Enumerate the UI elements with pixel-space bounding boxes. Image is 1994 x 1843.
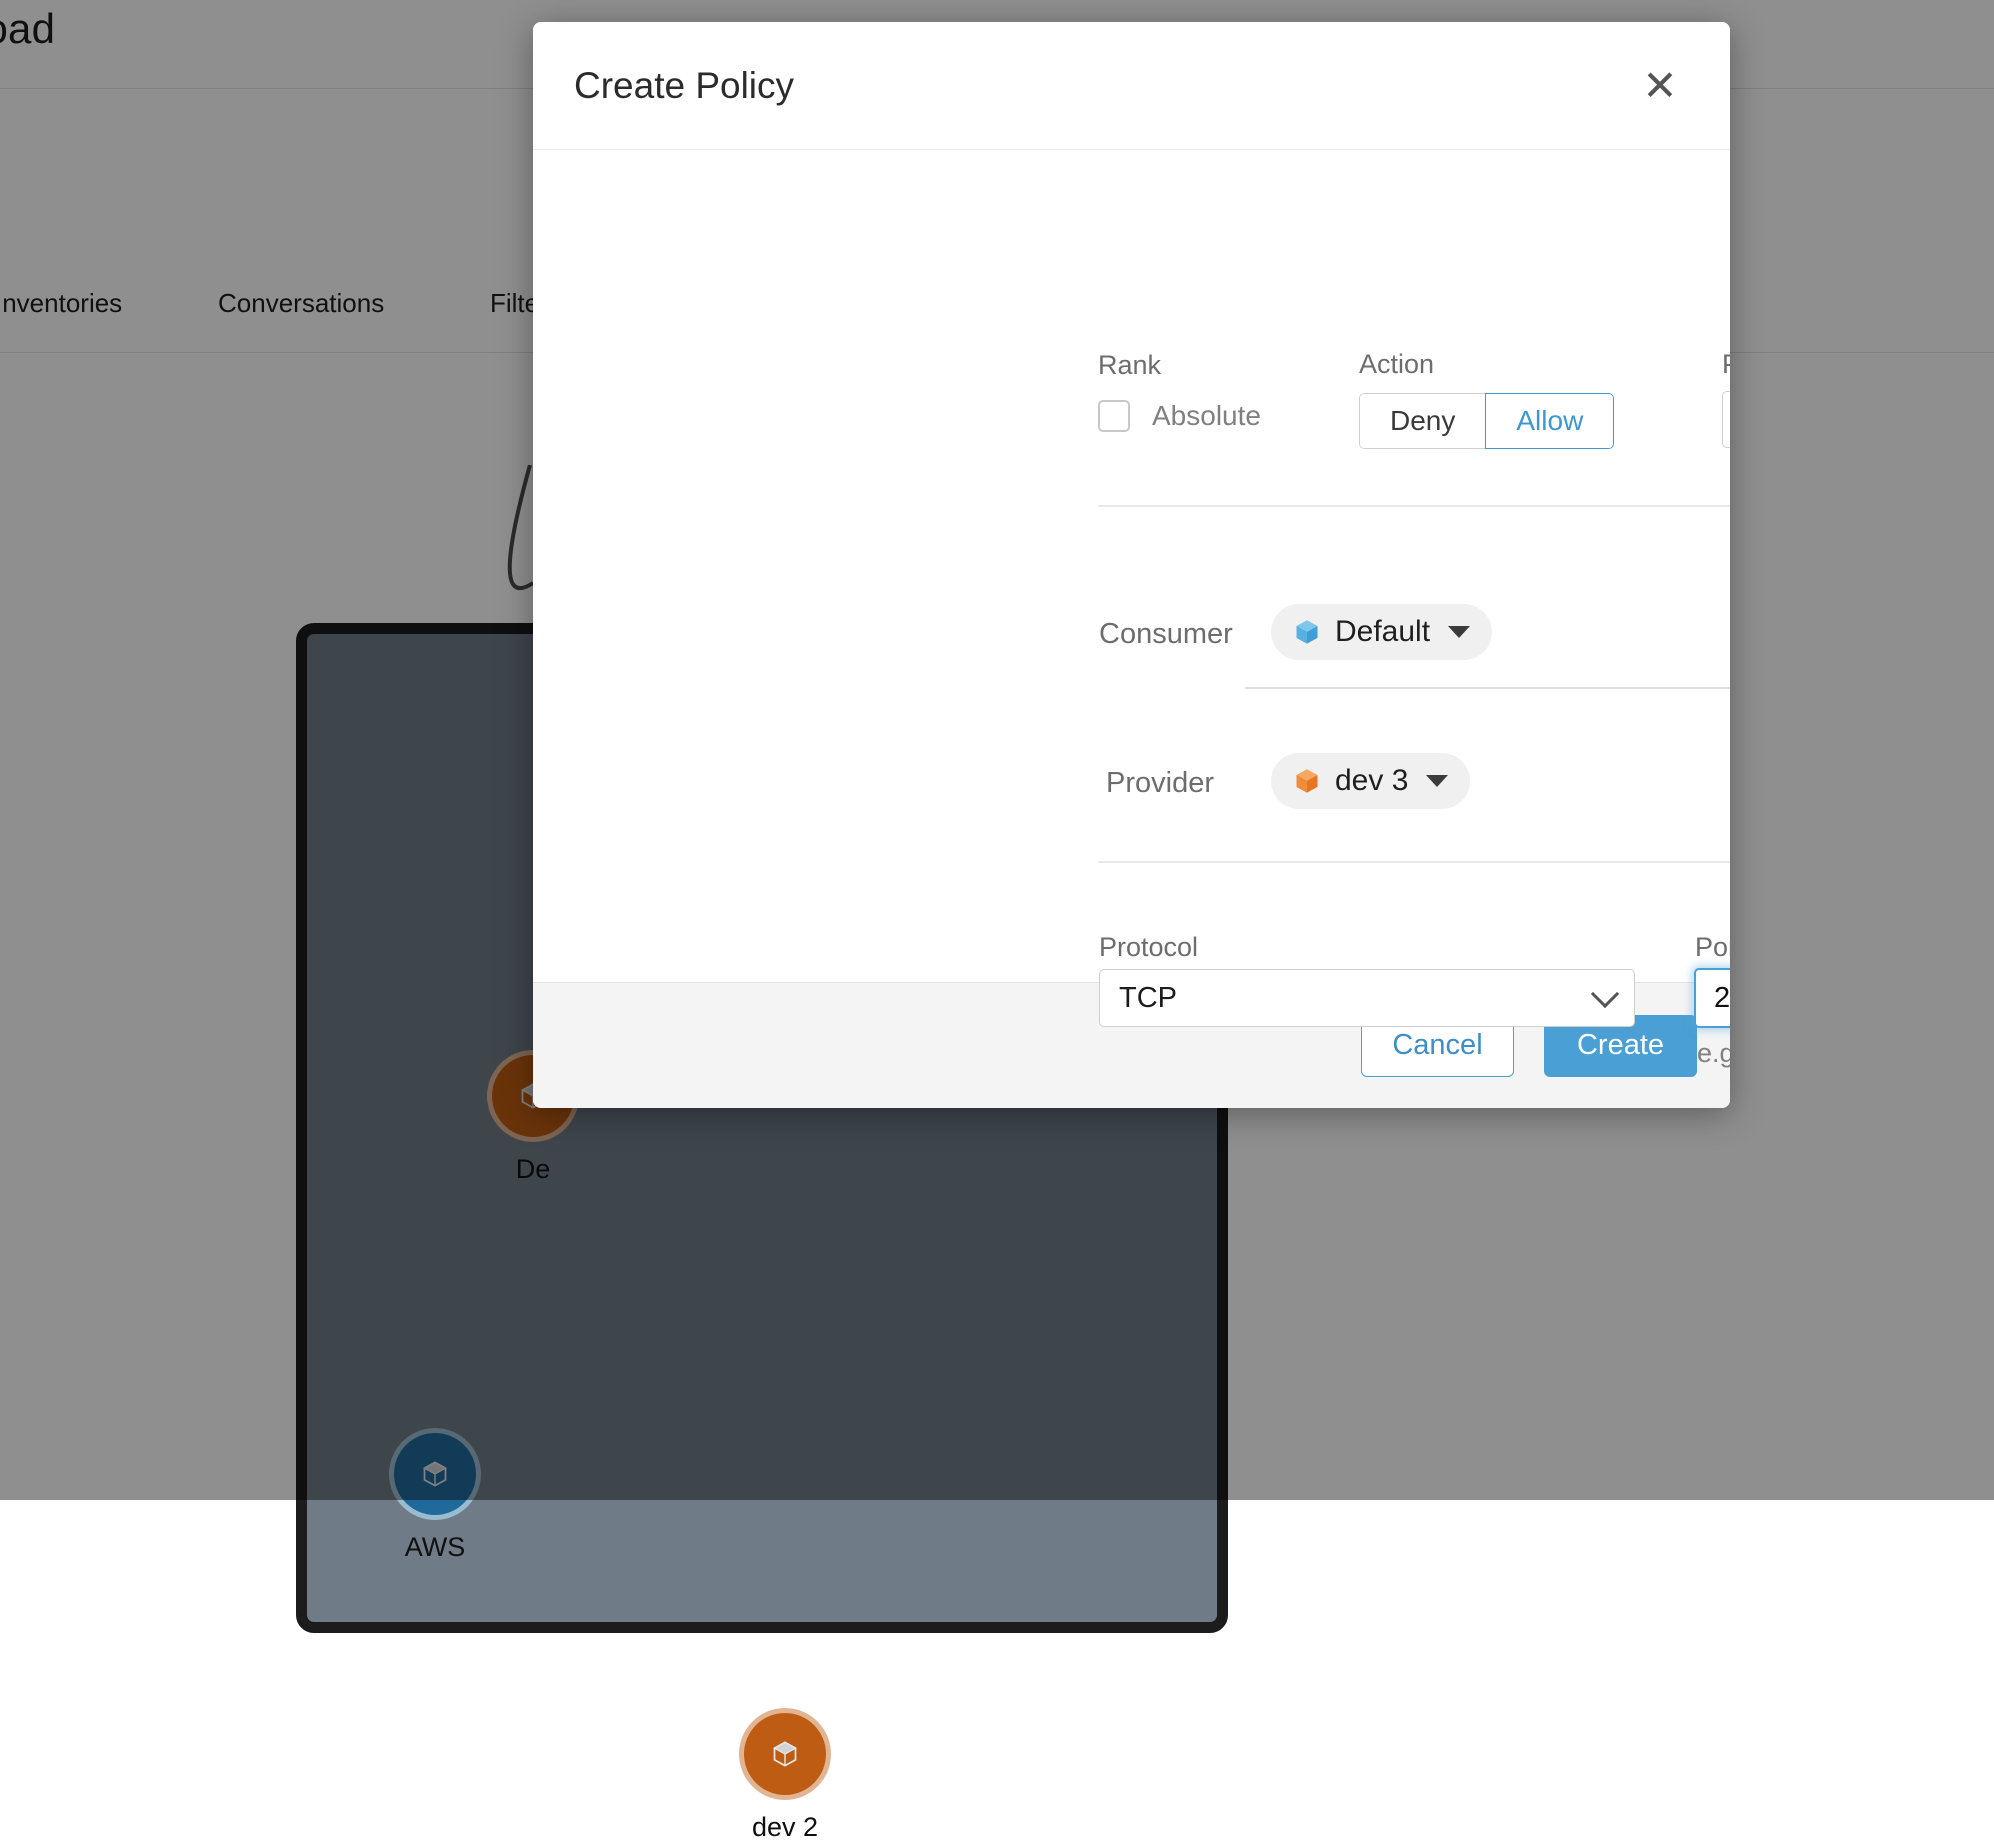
priority-input[interactable]: [1722, 391, 1730, 448]
protocol-select[interactable]: TCP: [1099, 969, 1635, 1027]
protocol-value: TCP: [1119, 982, 1177, 1015]
action-label: Action: [1359, 349, 1434, 380]
consumer-scope-chip[interactable]: Default: [1271, 604, 1492, 660]
consumer-label: Consumer: [1099, 618, 1233, 651]
graph-node-dev2[interactable]: dev 2: [739, 1708, 831, 1843]
port-hint: e.g. 80-100: [1697, 1038, 1730, 1069]
section-divider-top: [1098, 505, 1730, 507]
node-icon-cube: [739, 1708, 831, 1800]
caret-down-icon: [1448, 626, 1470, 638]
create-policy-dialog: Create Policy ✕ Rank Absolute Action Den…: [533, 22, 1730, 1108]
rank-absolute-row[interactable]: Absolute: [1098, 400, 1261, 432]
action-allow-button[interactable]: Allow: [1485, 393, 1614, 449]
priority-label: Priority: [1722, 349, 1730, 380]
action-deny-button[interactable]: Deny: [1359, 393, 1485, 449]
port-input[interactable]: [1694, 968, 1730, 1028]
node-label: AWS: [389, 1532, 481, 1563]
chevron-down-icon: [1591, 980, 1619, 1008]
provider-label: Provider: [1106, 767, 1214, 800]
protocol-label: Protocol: [1099, 932, 1198, 963]
consumer-underline: [1245, 687, 1730, 689]
section-divider-bottom: [1098, 861, 1730, 863]
node-label: dev 2: [739, 1812, 831, 1843]
provider-scope-chip[interactable]: dev 3: [1271, 753, 1470, 809]
absolute-checkbox[interactable]: [1098, 400, 1130, 432]
dialog-header: Create Policy ✕: [533, 22, 1730, 150]
port-label: Port: [1695, 932, 1730, 963]
close-icon[interactable]: ✕: [1634, 60, 1686, 112]
action-toggle-group[interactable]: Deny Allow: [1359, 393, 1614, 449]
rank-label: Rank: [1098, 350, 1161, 381]
cube-icon: [1293, 766, 1321, 796]
dialog-body: Rank Absolute Action Deny Allow Priority…: [533, 150, 1730, 982]
consumer-chip-value: Default: [1335, 615, 1430, 649]
provider-chip-value: dev 3: [1335, 764, 1408, 798]
absolute-label: Absolute: [1152, 400, 1261, 432]
dialog-title: Create Policy: [574, 65, 794, 107]
caret-down-icon: [1426, 775, 1448, 787]
cube-icon: [1293, 617, 1321, 647]
